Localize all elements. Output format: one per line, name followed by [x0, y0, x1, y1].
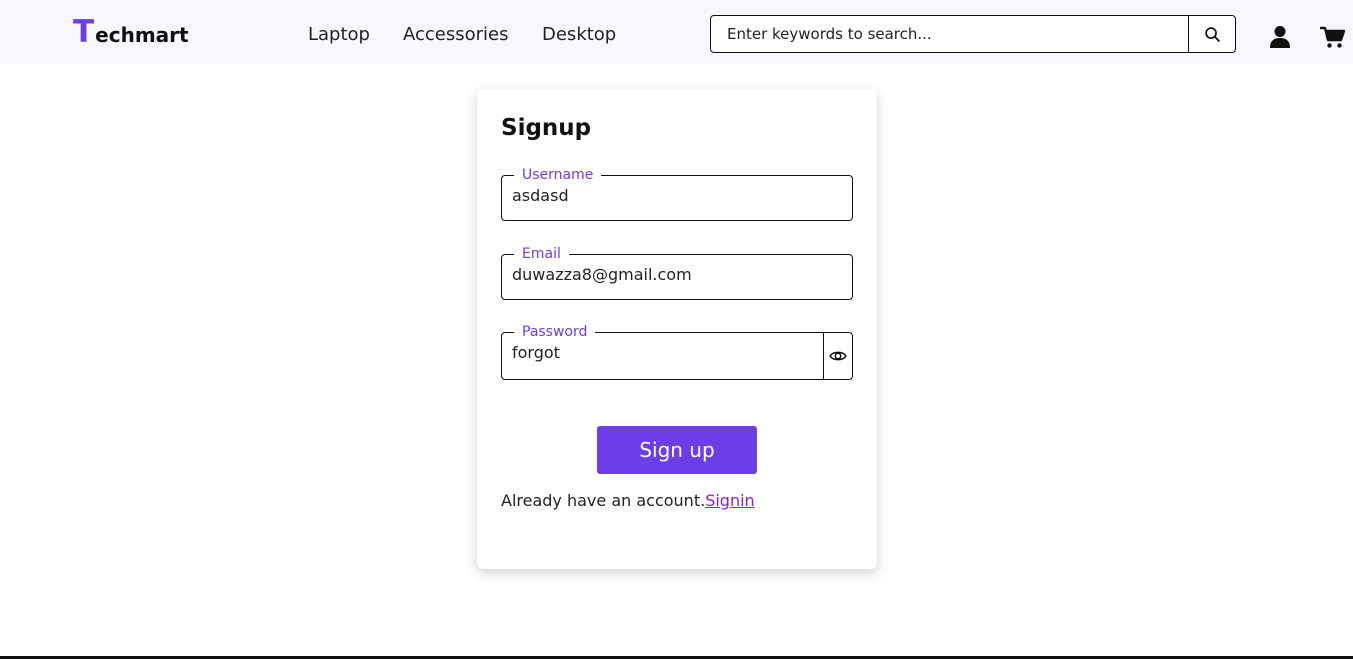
toggle-password-button[interactable] [823, 333, 852, 379]
form-title: Signup [501, 115, 592, 141]
search-icon [1204, 26, 1220, 42]
search-button[interactable] [1188, 16, 1235, 52]
signin-link[interactable]: Signin [705, 491, 754, 510]
logo-text: echmart [95, 23, 189, 47]
signup-button[interactable]: Sign up [597, 426, 757, 474]
account-button[interactable] [1267, 24, 1293, 50]
user-icon [1270, 26, 1290, 48]
cart-button[interactable] [1320, 24, 1346, 50]
signin-prompt: Already have an account.Signin [501, 491, 755, 511]
nav-accessories[interactable]: Accessories [403, 24, 509, 46]
eye-icon [829, 351, 847, 361]
search-bar [710, 15, 1236, 53]
username-field: Username [501, 166, 853, 221]
logo-initial: T [73, 14, 95, 50]
logo[interactable]: Techmart [73, 14, 189, 50]
username-label: Username [514, 166, 602, 184]
password-label: Password [514, 323, 596, 341]
username-input[interactable] [512, 184, 812, 206]
password-field: Password [501, 323, 853, 380]
top-header: Techmart Laptop Accessories Desktop [0, 0, 1353, 64]
cart-icon [1320, 26, 1346, 48]
nav-desktop[interactable]: Desktop [542, 24, 616, 46]
email-input[interactable] [512, 263, 812, 285]
search-input[interactable] [711, 16, 1188, 52]
password-input[interactable] [512, 341, 812, 363]
email-label: Email [514, 245, 569, 263]
signup-card: Signup Username Email Password Sign up A… [477, 89, 877, 569]
signin-text: Already have an account. [501, 491, 706, 510]
nav-laptop[interactable]: Laptop [308, 24, 370, 46]
email-field: Email [501, 245, 853, 300]
